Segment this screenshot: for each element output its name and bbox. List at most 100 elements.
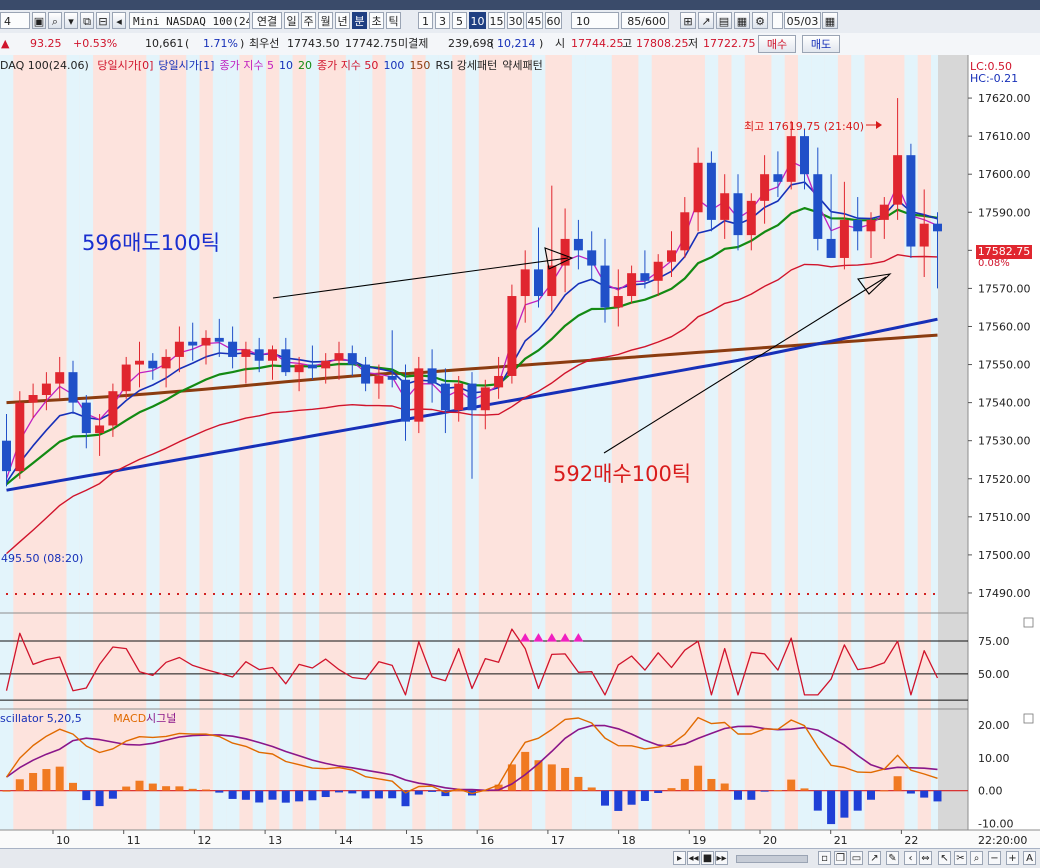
zoom-out-icon[interactable]: − bbox=[988, 851, 1001, 865]
histogram-bar bbox=[734, 790, 742, 800]
dotted-marker bbox=[366, 593, 368, 595]
search-icon[interactable]: ⌕ bbox=[48, 12, 62, 29]
dotted-marker bbox=[726, 593, 728, 595]
time-tick-label: 12 bbox=[197, 834, 211, 847]
draw-icon[interactable]: ✎ bbox=[886, 851, 899, 865]
histogram-bar bbox=[561, 767, 570, 791]
price-tick-label: 17590.00 bbox=[978, 206, 1031, 219]
candle-body bbox=[414, 368, 424, 422]
period-button[interactable]: 년 bbox=[335, 12, 350, 29]
macd-tick-label: 20.00 bbox=[978, 719, 1010, 732]
interval-button[interactable]: 60 bbox=[545, 12, 562, 29]
sell-button[interactable]: 매도 bbox=[802, 35, 840, 53]
candle-body bbox=[401, 379, 410, 422]
chart-icon[interactable]: ▤ bbox=[716, 12, 732, 29]
histogram-bar bbox=[507, 764, 516, 791]
grid-icon[interactable]: ⊞ bbox=[680, 12, 696, 29]
histogram-bar bbox=[853, 790, 862, 811]
dotted-marker bbox=[474, 593, 476, 595]
interval-button[interactable]: 1 bbox=[418, 12, 433, 29]
auto-icon[interactable]: A bbox=[1023, 851, 1036, 865]
chart-toolbar: 4 ▣ ⌕ ▾ ⧉ ⊟ ◂ Mini NASDAQ 100(24.0 연결일주월… bbox=[0, 10, 1040, 34]
interval-select[interactable]: 10 bbox=[571, 12, 619, 29]
trendline-icon[interactable]: ↗ bbox=[868, 851, 881, 865]
interval-button[interactable]: 3 bbox=[435, 12, 450, 29]
best-label: 최우선 bbox=[249, 37, 280, 50]
window-icon[interactable]: ▫ bbox=[818, 851, 831, 865]
period-button[interactable]: 주 bbox=[301, 12, 316, 29]
zoom-in-icon[interactable]: + bbox=[1006, 851, 1019, 865]
settings-icon[interactable]: ⚙ bbox=[752, 12, 768, 29]
interval-button[interactable]: 5 bbox=[452, 12, 467, 29]
dotted-marker bbox=[312, 593, 314, 595]
dotted-marker bbox=[483, 593, 485, 595]
tag-icon[interactable]: ⊟ bbox=[96, 12, 110, 29]
down-stripe bbox=[226, 55, 240, 830]
period-button[interactable]: 연결 bbox=[252, 12, 282, 29]
chevron-left-icon[interactable]: ‹ bbox=[904, 851, 917, 865]
count-field[interactable]: 85/600 bbox=[621, 12, 669, 29]
histogram-bar bbox=[627, 790, 636, 805]
histogram-bar bbox=[42, 769, 51, 791]
dotted-marker bbox=[186, 593, 188, 595]
dotted-marker bbox=[6, 593, 8, 595]
cursor-icon[interactable]: ↖ bbox=[938, 851, 951, 865]
histogram-bar bbox=[534, 760, 543, 791]
histogram-bar bbox=[188, 788, 197, 791]
dotted-marker bbox=[618, 593, 620, 595]
chevron-left-icon[interactable]: ◂ bbox=[112, 12, 126, 29]
period-button[interactable]: 월 bbox=[318, 12, 333, 29]
candle-body bbox=[760, 174, 770, 201]
oi-label: 미결제 bbox=[398, 37, 429, 50]
interval-button[interactable]: 30 bbox=[507, 12, 524, 29]
dotted-marker bbox=[870, 593, 872, 595]
period-button[interactable]: 분 bbox=[352, 12, 367, 29]
candle-body bbox=[347, 353, 357, 365]
histogram-bar bbox=[707, 778, 716, 791]
period-button[interactable]: 일 bbox=[284, 12, 299, 29]
candle-body bbox=[547, 265, 557, 297]
save-icon[interactable]: ▦ bbox=[734, 12, 750, 29]
minimize-icon[interactable]: ▭ bbox=[850, 851, 863, 865]
buy-button[interactable]: 매수 bbox=[758, 35, 796, 53]
forward-icon[interactable]: ▸▸ bbox=[715, 851, 728, 865]
symbol-field[interactable]: Mini NASDAQ 100(24.0 bbox=[129, 12, 250, 29]
dotted-marker bbox=[771, 593, 773, 595]
candle-body bbox=[879, 204, 889, 220]
chevron-down-icon[interactable]: ▾ bbox=[64, 12, 78, 29]
candle-body bbox=[693, 162, 703, 213]
link-icon[interactable]: ⇔ bbox=[919, 851, 932, 865]
legend-item: 20 bbox=[297, 59, 312, 72]
interval-button[interactable]: 15 bbox=[488, 12, 505, 29]
account-select[interactable]: 4 bbox=[0, 12, 30, 29]
current-pct: 0.08% bbox=[978, 258, 1010, 269]
dotted-marker bbox=[114, 593, 116, 595]
time-tick-label: 15 bbox=[410, 834, 424, 847]
open-label: 시 bbox=[555, 37, 566, 50]
checkbox-icon[interactable]: ▣ bbox=[32, 12, 46, 29]
dotted-marker bbox=[699, 593, 701, 595]
scrollbar[interactable] bbox=[736, 855, 808, 863]
link-icon[interactable]: ⧉ bbox=[80, 12, 94, 29]
restore-icon[interactable]: ❐ bbox=[834, 851, 847, 865]
stop-icon[interactable]: ■ bbox=[701, 851, 714, 865]
chart-area[interactable]: 17620.0017610.0017600.0017590.0017580.00… bbox=[0, 55, 1040, 848]
interval-button[interactable]: 10 bbox=[469, 12, 486, 29]
zoom-icon[interactable]: ⌕ bbox=[970, 851, 983, 865]
date-checkbox[interactable] bbox=[772, 12, 783, 29]
date-field[interactable]: 05/03 bbox=[784, 12, 821, 29]
period-button[interactable]: 틱 bbox=[386, 12, 401, 29]
dotted-marker bbox=[924, 593, 926, 595]
period-button[interactable]: 초 bbox=[369, 12, 384, 29]
dotted-marker bbox=[51, 593, 53, 595]
interval-button[interactable]: 45 bbox=[526, 12, 543, 29]
candle-body bbox=[374, 375, 384, 384]
dotted-marker bbox=[222, 593, 224, 595]
down-stripe bbox=[425, 55, 439, 830]
calendar-icon[interactable]: ▦ bbox=[822, 12, 838, 29]
trend-icon[interactable]: ↗ bbox=[698, 12, 714, 29]
scissors-icon[interactable]: ✂ bbox=[954, 851, 967, 865]
best-ask: 17743.50 bbox=[287, 37, 340, 50]
play-icon[interactable]: ▸ bbox=[673, 851, 686, 865]
rewind-icon[interactable]: ◂◂ bbox=[687, 851, 700, 865]
